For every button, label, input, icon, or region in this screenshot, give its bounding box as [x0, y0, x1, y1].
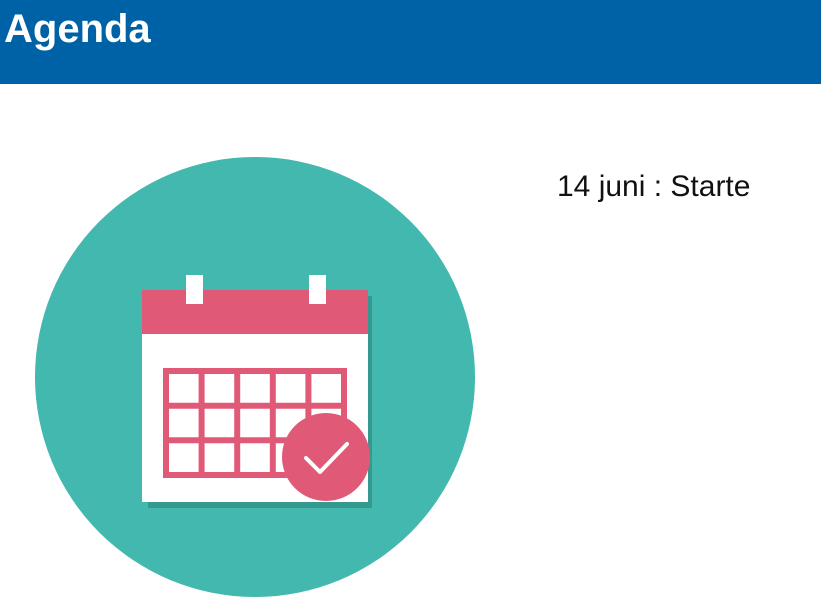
agenda-item: 14 juni : Starte — [557, 170, 751, 203]
header-bar: Agenda — [0, 0, 821, 84]
check-badge — [282, 413, 370, 501]
page-title: Agenda — [4, 7, 151, 51]
calendar-ring-right — [309, 275, 326, 304]
calendar-check-icon — [35, 157, 475, 597]
calendar-ring-left — [186, 275, 203, 304]
calendar-header-band — [142, 290, 368, 334]
